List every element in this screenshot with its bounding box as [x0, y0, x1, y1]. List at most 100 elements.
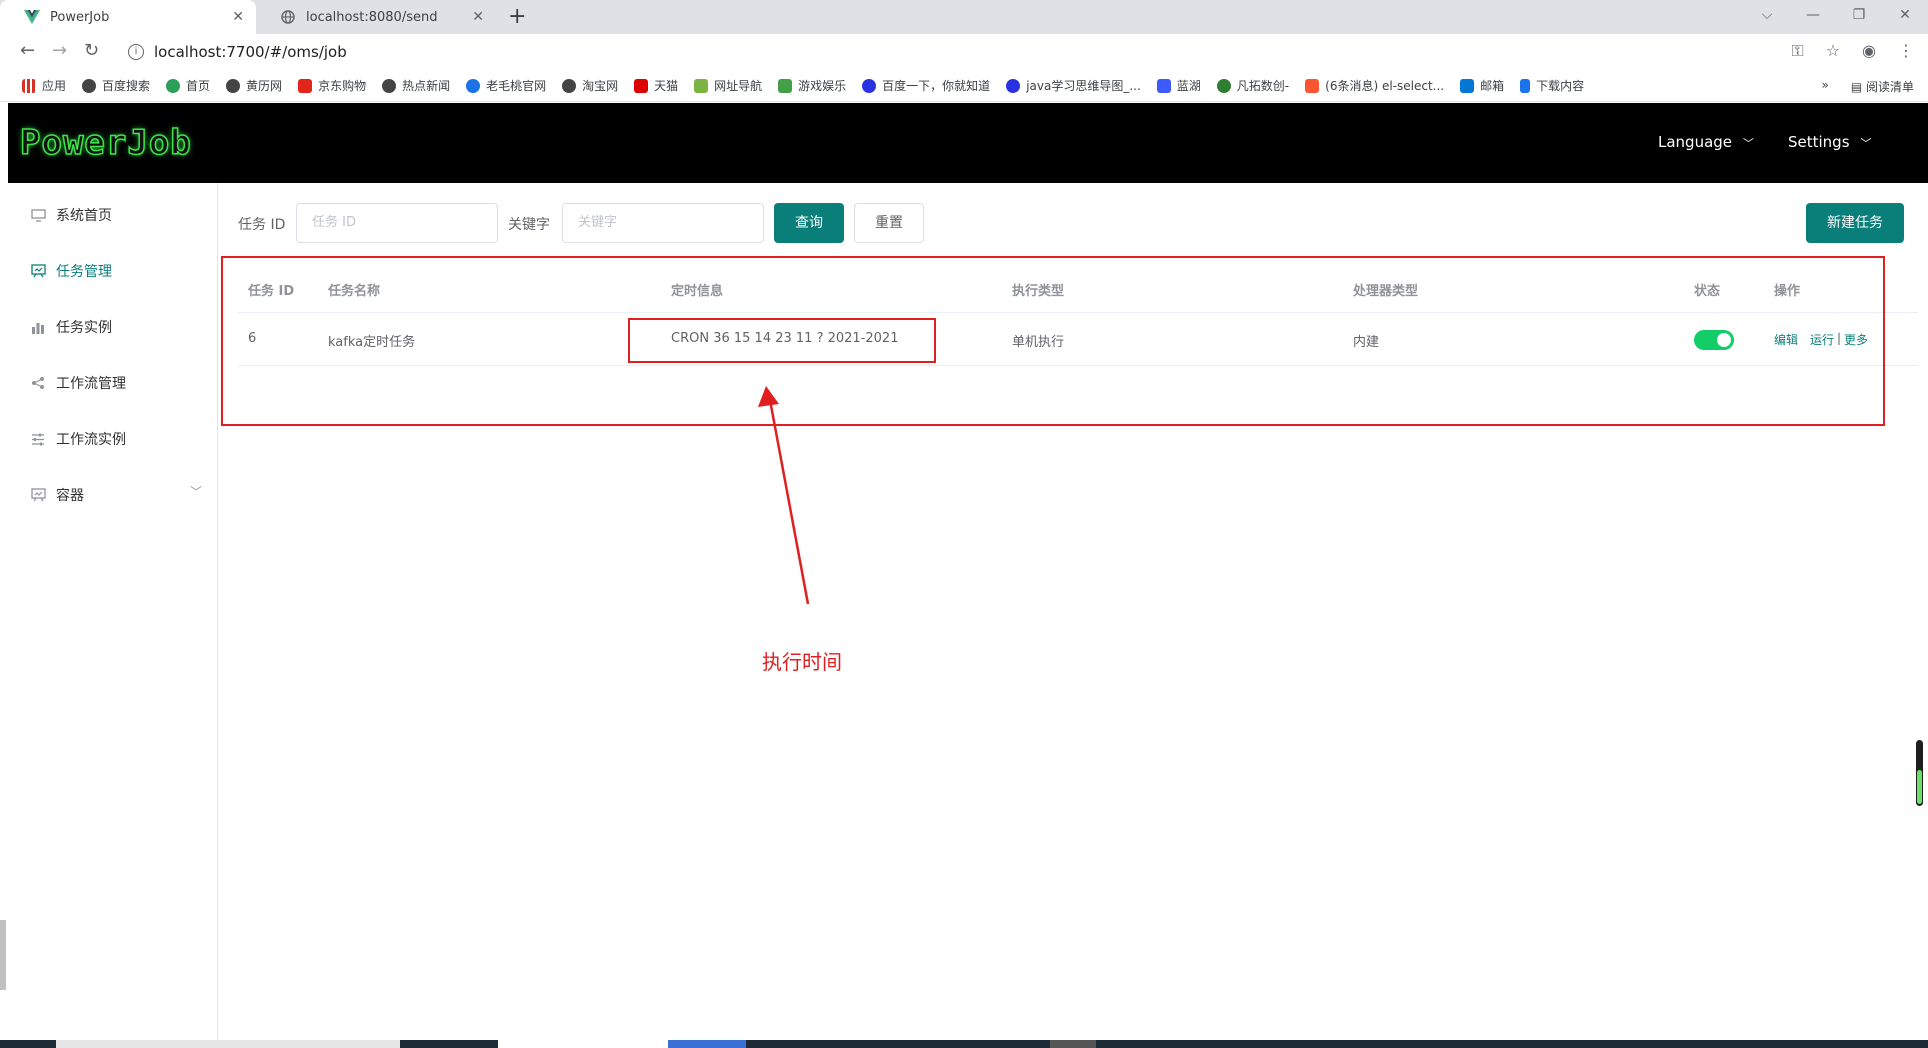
tab-powerjob[interactable]: PowerJob ✕ [0, 0, 256, 34]
globe-icon [280, 9, 296, 25]
sidebar: 系统首页 任务管理 任务实例 工作流管理 工作流实例 容器 ﹀ [8, 183, 218, 1048]
reset-button[interactable]: 重置 [854, 203, 924, 243]
app-header: PowerJob Language ﹀ Settings ﹀ [8, 103, 1928, 183]
close-icon[interactable]: ✕ [232, 9, 244, 25]
globe-icon [226, 78, 241, 93]
restore-icon[interactable]: ❐ [1836, 0, 1882, 34]
url-field[interactable]: i localhost:7700/#/oms/job [118, 38, 1788, 66]
close-window-icon[interactable]: ✕ [1882, 0, 1928, 34]
globe-icon [82, 78, 97, 93]
tab-localhost-send[interactable]: localhost:8080/send ✕ [256, 0, 496, 34]
bookmark-item[interactable]: 黄历网 [226, 77, 282, 94]
scrollbar-thumb[interactable] [0, 920, 6, 990]
bookmark-item[interactable]: 邮箱 [1460, 77, 1504, 94]
sidebar-item-task-management[interactable]: 任务管理 [30, 259, 112, 283]
back-icon[interactable]: ← [20, 40, 35, 61]
bookmark-item[interactable]: 下载内容 [1520, 77, 1584, 94]
container-icon [30, 487, 46, 503]
new-tab-icon[interactable]: + [508, 4, 526, 29]
minimize-icon[interactable]: — [1790, 0, 1836, 34]
taskbar-item[interactable] [1050, 1040, 1096, 1048]
chevron-down-icon: ﹀ [1742, 137, 1754, 150]
task-id-input[interactable]: 任务 ID [296, 203, 498, 243]
bookmark-item[interactable]: java学习思维导图_... [1006, 77, 1141, 94]
sidebar-item-container[interactable]: 容器 ﹀ [30, 483, 208, 507]
leaf-icon [166, 78, 181, 93]
forward-icon[interactable]: → [52, 40, 67, 61]
reload-icon[interactable]: ↻ [84, 40, 99, 61]
taskbar-item[interactable] [56, 1040, 400, 1048]
share-icon [30, 375, 46, 391]
annotation-label: 执行时间 [762, 650, 842, 674]
window-controls: ⌵ — ❐ ✕ [1744, 0, 1928, 34]
bookmark-item[interactable]: 淘宝网 [562, 77, 618, 94]
bookmark-item[interactable]: 蓝湖 [1156, 77, 1201, 94]
home-nav-icon [694, 78, 709, 93]
chevron-down-icon: ﹀ [190, 485, 203, 499]
gear-green-icon [1216, 78, 1231, 93]
bookmark-item[interactable]: 京东购物 [298, 77, 366, 94]
lanhu-icon [1156, 78, 1171, 93]
address-bar-actions: ⚿ ☆ ◉ ⋮ [1792, 41, 1915, 61]
task-board-icon [30, 263, 46, 279]
task-id-label: 任务 ID [238, 217, 286, 233]
close-icon[interactable]: ✕ [472, 9, 484, 25]
bookmark-apps[interactable]: 应用 [22, 77, 66, 94]
new-task-button[interactable]: 新建任务 [1806, 203, 1904, 243]
info-icon[interactable]: i [128, 44, 144, 60]
bookmark-item[interactable]: 游戏娱乐 [778, 77, 846, 94]
tab-title: localhost:8080/send [306, 9, 438, 25]
bookmark-item[interactable]: 老毛桃官网 [466, 77, 546, 94]
circle-logo-icon [466, 78, 481, 93]
address-bar: ← → ↻ i localhost:7700/#/oms/job ⚿ ☆ ◉ ⋮ [0, 34, 1928, 70]
browser-tabstrip: PowerJob ✕ localhost:8080/send ✕ + ⌵ — ❐… [0, 0, 1928, 34]
language-menu[interactable]: Language ﹀ [1658, 133, 1754, 151]
powerjob-logo[interactable]: PowerJob [19, 122, 192, 164]
sidebar-item-home[interactable]: 系统首页 [30, 203, 112, 227]
bookmark-item[interactable]: 网址导航 [694, 77, 762, 94]
bookmark-item[interactable]: 百度搜索 [82, 77, 150, 94]
table-highlight-box [221, 256, 1885, 426]
reading-list[interactable]: ▤ 阅读清单 [1851, 78, 1914, 95]
tmall-icon [634, 78, 649, 93]
jd-icon [298, 78, 313, 93]
keyword-label: 关键字 [508, 217, 550, 233]
sliders-icon [30, 431, 46, 447]
bookmark-item[interactable]: 热点新闻 [382, 77, 450, 94]
monitor-icon [30, 207, 46, 223]
scroll-indicator[interactable] [1916, 740, 1923, 806]
taskbar-item[interactable] [668, 1040, 746, 1048]
settings-menu[interactable]: Settings ﹀ [1788, 133, 1871, 151]
sidebar-item-workflow-management[interactable]: 工作流管理 [30, 371, 126, 395]
sidebar-item-workflow-instance[interactable]: 工作流实例 [30, 427, 126, 451]
profile-icon[interactable]: ◉ [1862, 41, 1876, 61]
apps-grid-icon [22, 78, 36, 93]
bookmark-item[interactable]: 天猫 [634, 77, 678, 94]
globe-icon [382, 78, 397, 93]
bookmark-item[interactable]: (6条消息) el-select... [1305, 77, 1444, 94]
baidu-paw-icon [862, 78, 877, 93]
key-icon[interactable]: ⚿ [1792, 41, 1804, 61]
more-bookmarks-icon[interactable]: » [1821, 78, 1828, 95]
schedule-highlight-box [628, 318, 936, 363]
bookmark-item[interactable]: 百度一下，你就知道 [862, 77, 990, 94]
keyword-input[interactable]: 关键字 [562, 203, 764, 243]
star-icon[interactable]: ☆ [1826, 41, 1840, 61]
game-grid-icon [778, 78, 793, 93]
baidu-paw-icon [1006, 78, 1021, 93]
tab-title: PowerJob [50, 9, 110, 25]
taskbar-item[interactable] [498, 1040, 668, 1048]
bookmark-item[interactable]: 凡拓数创- [1216, 77, 1289, 94]
query-button[interactable]: 查询 [774, 203, 844, 243]
os-taskbar [0, 1040, 1928, 1048]
url-text: localhost:7700/#/oms/job [154, 43, 347, 61]
menu-icon[interactable]: ⋮ [1898, 41, 1914, 61]
sidebar-item-task-instance[interactable]: 任务实例 [30, 315, 112, 339]
bookmark-item[interactable]: 首页 [166, 77, 210, 94]
bookmarks-right: » ▤ 阅读清单 [1821, 78, 1914, 95]
chevron-down-icon: ﹀ [1860, 137, 1872, 150]
outlook-icon [1460, 78, 1475, 93]
tab-search-icon[interactable]: ⌵ [1744, 0, 1790, 34]
globe-icon [562, 78, 577, 93]
download-icon [1520, 78, 1531, 93]
